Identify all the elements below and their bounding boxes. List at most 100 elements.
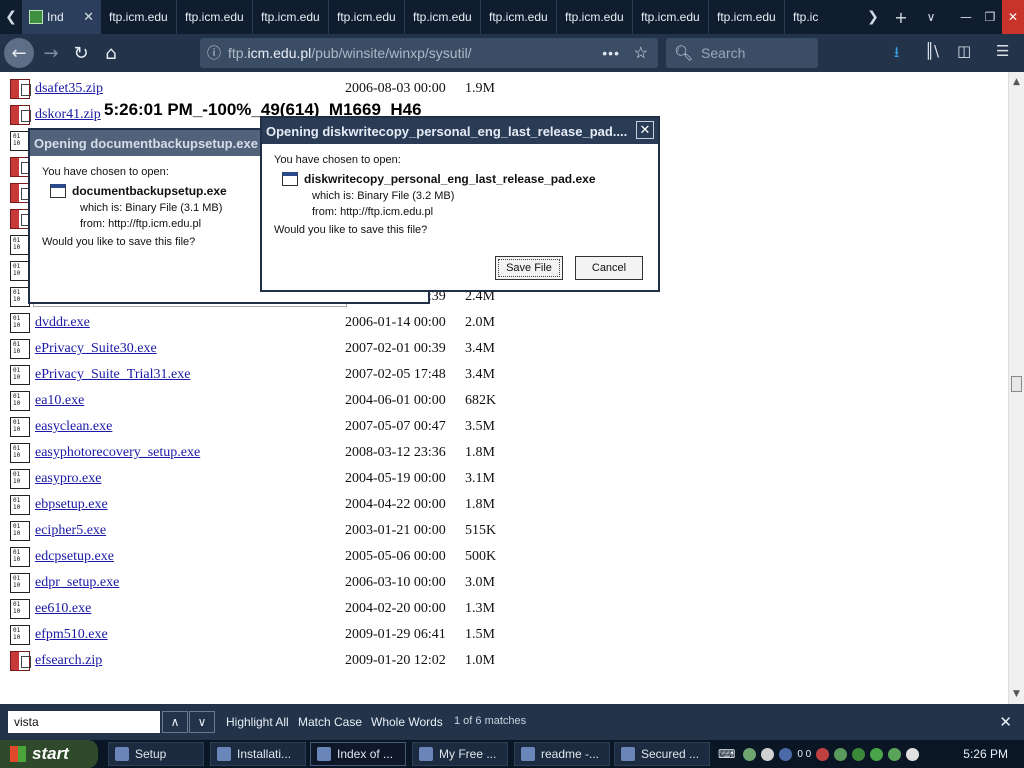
downloads-icon[interactable]: ⭳: [894, 42, 899, 67]
file-date: 2006-08-03 00:00: [345, 81, 446, 96]
taskbar-task[interactable]: readme -...: [514, 742, 610, 766]
cancel-button[interactable]: Cancel: [575, 256, 643, 280]
taskbar-task[interactable]: Installati...: [210, 742, 306, 766]
file-link[interactable]: ebpsetup.exe: [35, 497, 345, 513]
file-link[interactable]: efsearch.zip: [35, 653, 345, 669]
tray-network-icon[interactable]: [743, 747, 757, 761]
scroll-down-icon[interactable]: ▼: [1009, 686, 1024, 702]
back-icon[interactable]: ←: [4, 38, 34, 68]
tab-3[interactable]: ftp.icm.edu: [252, 0, 328, 34]
file-row: ea10.exe2004-06-01 00:00 682K: [10, 390, 496, 412]
start-button[interactable]: start: [0, 740, 98, 768]
tray-arrows-icon[interactable]: [888, 747, 902, 761]
file-link[interactable]: edpr_setup.exe: [35, 575, 345, 591]
taskbar-task[interactable]: Secured ...: [614, 742, 710, 766]
taskbar-task[interactable]: Index of ...: [310, 742, 406, 766]
binary-file-icon: [10, 625, 30, 645]
tray-volume-icon[interactable]: [906, 747, 920, 761]
file-size: 2.0M: [465, 315, 495, 330]
tray-update-icon[interactable]: [834, 747, 848, 761]
dialog-file-source: from: http://ftp.icm.edu.pl: [312, 206, 434, 218]
whole-words-toggle[interactable]: Whole Words: [371, 715, 443, 729]
taskbar-task[interactable]: My Free ...: [412, 742, 508, 766]
tray-app-icon[interactable]: [779, 747, 793, 761]
binary-file-icon: [10, 417, 30, 437]
taskbar-task[interactable]: Setup: [108, 742, 204, 766]
forward-icon[interactable]: →: [36, 38, 66, 68]
file-row: ebpsetup.exe2004-04-22 00:00 1.8M: [10, 494, 495, 516]
file-link[interactable]: easyphotorecovery_setup.exe: [35, 445, 345, 461]
file-row: edcpsetup.exe2005-05-06 00:00 500K: [10, 546, 496, 568]
tray-check-icon[interactable]: [852, 747, 866, 761]
file-link[interactable]: dvddr.exe: [35, 315, 345, 331]
tab-0[interactable]: Ind ✕: [22, 0, 100, 34]
file-link[interactable]: dsafet35.zip: [35, 81, 345, 97]
search-input[interactable]: 🔍︎ Search: [666, 38, 818, 68]
file-size: 1.9M: [465, 81, 495, 96]
tray-tree-icon[interactable]: [870, 747, 884, 761]
file-row: dvddr.exe2006-01-14 00:00 2.0M: [10, 312, 495, 334]
file-link[interactable]: ea10.exe: [35, 393, 345, 409]
file-link[interactable]: ePrivacy_Suite_Trial31.exe: [35, 367, 345, 383]
find-close-icon[interactable]: ✕: [999, 713, 1012, 731]
window-close-icon[interactable]: ✕: [1002, 0, 1024, 34]
sidebar-icon[interactable]: ◫: [957, 42, 971, 60]
file-row: ee610.exe2004-02-20 00:00 1.3M: [10, 598, 495, 620]
match-case-toggle[interactable]: Match Case: [298, 715, 362, 729]
tray-shield-icon[interactable]: [816, 747, 830, 761]
tab-10[interactable]: ftp.ic: [784, 0, 860, 34]
minimize-icon[interactable]: —: [954, 0, 978, 34]
tab-favicon-icon: [29, 10, 43, 24]
file-link[interactable]: ePrivacy_Suite30.exe: [35, 341, 345, 357]
vertical-scrollbar[interactable]: ▲ ▼: [1008, 72, 1024, 704]
highlight-all-toggle[interactable]: Highlight All: [226, 715, 289, 729]
tab-2[interactable]: ftp.icm.edu: [176, 0, 252, 34]
site-info-icon[interactable]: ⓘ: [200, 43, 228, 63]
tab-6[interactable]: ftp.icm.edu: [480, 0, 556, 34]
file-link[interactable]: ee610.exe: [35, 601, 345, 617]
file-row: edpr_setup.exe2006-03-10 00:00 3.0M: [10, 572, 495, 594]
dialog-close-icon[interactable]: ✕: [636, 121, 654, 139]
dialog-filename: documentbackupsetup.exe: [72, 184, 227, 198]
binary-file-icon: [10, 573, 30, 593]
home-icon[interactable]: ⌂: [96, 38, 126, 68]
tab-5[interactable]: ftp.icm.edu: [404, 0, 480, 34]
tab-list-chevron-icon[interactable]: ∨: [916, 0, 946, 34]
dialog-file-type: which is: Binary File (3.2 MB): [312, 190, 455, 202]
tab-label: ftp.icm.edu: [489, 10, 548, 24]
tab-scroll-left-icon[interactable]: ❮: [0, 0, 22, 34]
taskbar-clock: 5:26 PM: [963, 747, 1008, 761]
reload-icon[interactable]: ↻: [66, 38, 96, 68]
url-bar[interactable]: ⓘ ftp. icm.edu.pl/pub/winsite/winxp/sysut…: [200, 38, 658, 68]
tab-4[interactable]: ftp.icm.edu: [328, 0, 404, 34]
tab-7[interactable]: ftp.icm.edu: [556, 0, 632, 34]
restore-icon[interactable]: ❐: [978, 0, 1002, 34]
tab-1[interactable]: ftp.icm.edu: [100, 0, 176, 34]
file-link[interactable]: easypro.exe: [35, 471, 345, 487]
tab-8[interactable]: ftp.icm.edu: [632, 0, 708, 34]
tab-9[interactable]: ftp.icm.edu: [708, 0, 784, 34]
new-tab-icon[interactable]: +: [886, 0, 916, 34]
find-next-icon[interactable]: ∨: [189, 711, 215, 733]
tab-close-icon[interactable]: ✕: [83, 9, 94, 25]
save-file-button[interactable]: Save File: [495, 256, 563, 280]
find-previous-icon[interactable]: ∧: [162, 711, 188, 733]
bookmark-star-icon[interactable]: ☆: [634, 43, 648, 63]
scroll-up-icon[interactable]: ▲: [1009, 74, 1024, 90]
window-file-icon: [282, 172, 298, 186]
file-row: easyclean.exe2007-05-07 00:47 3.5M: [10, 416, 495, 438]
tray-clock-icon[interactable]: [761, 747, 775, 761]
tray-keyboard-icon[interactable]: ⌨: [718, 747, 735, 761]
find-input[interactable]: vista: [8, 711, 160, 733]
tab-scroll-right-icon[interactable]: ❯: [860, 0, 886, 34]
file-link[interactable]: edcpsetup.exe: [35, 549, 345, 565]
file-link[interactable]: efpm510.exe: [35, 627, 345, 643]
file-link[interactable]: ecipher5.exe: [35, 523, 345, 539]
dialog-body: You have chosen to open: diskwritecopy_p…: [262, 144, 658, 290]
menu-icon[interactable]: ☰: [996, 42, 1009, 60]
library-icon[interactable]: ║\: [925, 42, 939, 60]
file-link[interactable]: easyclean.exe: [35, 419, 345, 435]
task-app-icon: [419, 747, 433, 761]
scrollbar-thumb[interactable]: [1011, 376, 1022, 392]
page-actions-icon[interactable]: •••: [602, 45, 620, 61]
